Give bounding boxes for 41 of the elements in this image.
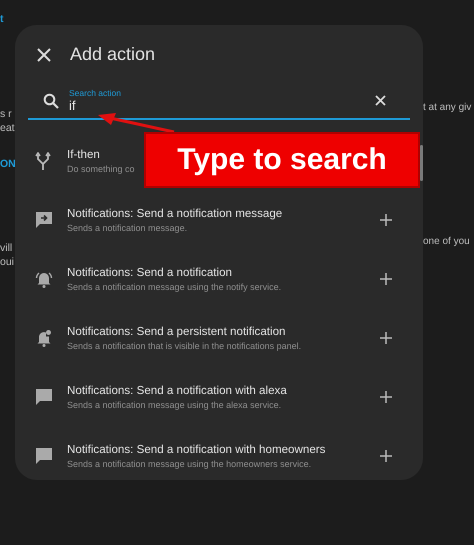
message-icon [35,388,53,406]
field-label: Search action [69,88,122,98]
close-icon [37,48,51,62]
plus-icon[interactable] [380,332,392,344]
field-value: if [69,98,76,113]
text-fragment: t at any giv [423,101,472,115]
message-icon [35,446,53,464]
action-title: Notifications: Send a notification [67,266,232,278]
action-description: Sends a notification message using the notify service. [67,282,282,292]
close-button[interactable] [35,46,53,64]
action-title: If-then [67,148,100,160]
action-description: Do something co [67,164,135,174]
text-fragment: vill [0,241,12,255]
text-fragment: one of you [423,235,470,249]
text-fragment: s r [0,107,12,121]
dialog-title: Add action [70,44,156,65]
plus-icon[interactable] [380,214,392,226]
plus-icon[interactable] [380,272,392,284]
action-description: Sends a notification message using the homeowners service. [67,458,312,468]
action-description: Sends a notification message using the alexa service. [67,400,282,410]
text-fragment: oui [0,255,14,269]
link[interactable]: ON [0,157,15,171]
plus-icon[interactable] [380,390,392,402]
bell-icon [35,328,53,346]
annotation-callout: Type to search [144,132,420,188]
bell-icon [35,270,53,288]
branch-icon [35,152,53,170]
action-title: Notifications: Send a notification with alexa [67,384,287,396]
message-icon [35,210,53,228]
action-description: Sends a notification message. [67,222,188,232]
search-field[interactable]: Search action if [28,82,410,120]
search-icon [43,92,59,108]
action-title: Notifications: Send a notification with homeowners [67,442,326,456]
plus-icon[interactable] [380,450,392,462]
text-fragment: eat [0,121,15,135]
action-description: Sends a notification that is visible in the notifications panel. [67,340,302,350]
clear-icon[interactable] [375,95,386,106]
link[interactable]: t [0,12,4,26]
action-title: Notifications: Send a persistent notification [67,324,286,338]
scrollbar[interactable] [420,145,423,181]
action-title: Notifications: Send a notification message [67,206,282,220]
